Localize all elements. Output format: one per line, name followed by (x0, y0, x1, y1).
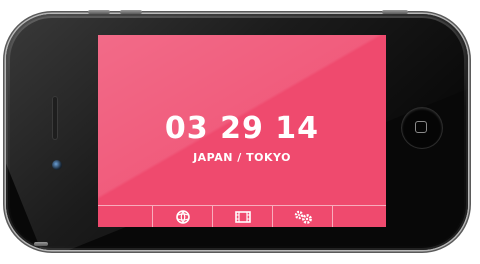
tab-empty-right (332, 206, 386, 227)
tab-film[interactable] (212, 206, 272, 227)
tab-bar (98, 205, 386, 227)
location-label: JAPAN / TOKYO (193, 151, 291, 164)
power-button (382, 10, 408, 14)
tab-settings[interactable] (272, 206, 332, 227)
tab-world[interactable] (152, 206, 212, 227)
film-icon (234, 210, 251, 223)
tab-empty-left (98, 206, 152, 227)
home-button[interactable] (402, 108, 442, 148)
gears-icon (293, 210, 313, 224)
earpiece-speaker (52, 96, 58, 140)
front-camera (52, 160, 62, 170)
app-screen: 03 29 14 JAPAN / TOKYO (98, 35, 386, 227)
volume-button-2 (120, 10, 142, 14)
home-square-icon (415, 121, 427, 133)
mute-switch (34, 242, 48, 246)
globe-icon (175, 209, 190, 224)
clock-display: 03 29 14 (164, 111, 320, 146)
volume-button-1 (88, 10, 110, 14)
